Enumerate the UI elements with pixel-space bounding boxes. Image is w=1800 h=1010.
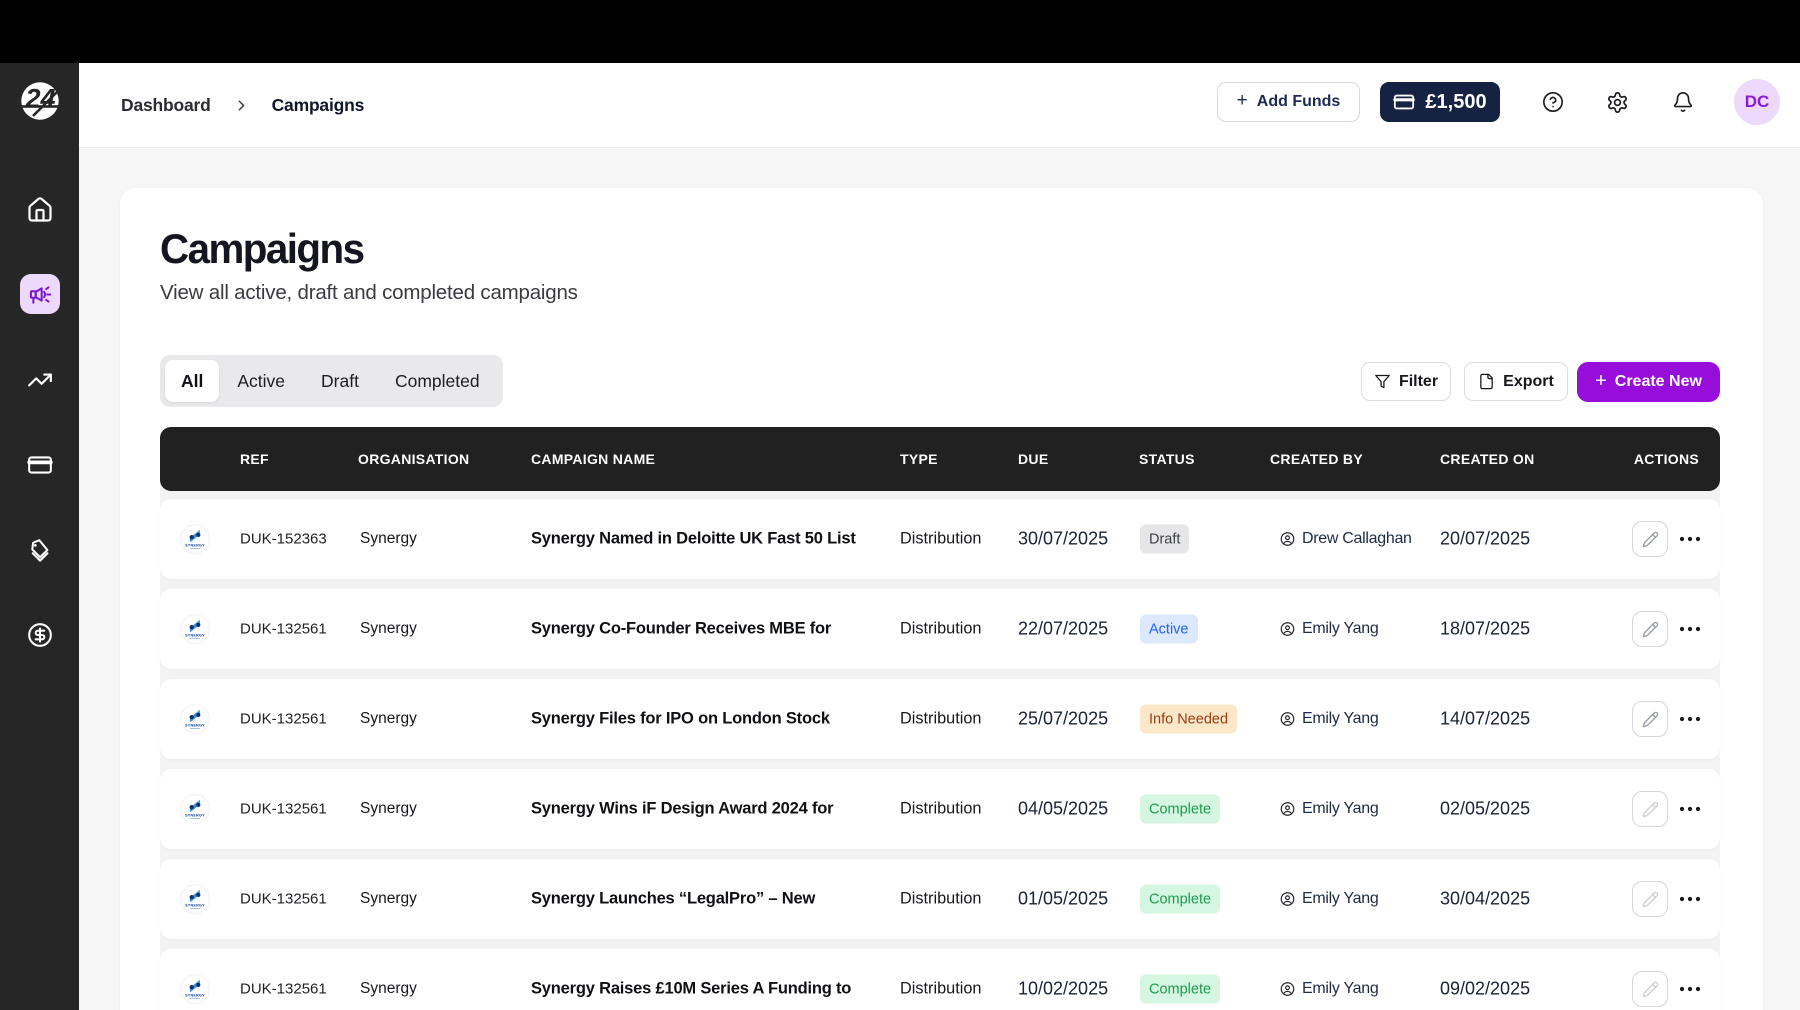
svg-text:SYNERGY: SYNERGY bbox=[185, 724, 205, 728]
svg-text:SYNERGY: SYNERGY bbox=[185, 814, 205, 818]
svg-text:SYNERGY: SYNERGY bbox=[185, 904, 205, 908]
svg-text:SYNERGY: SYNERGY bbox=[185, 544, 205, 548]
svg-text:SYNERGY: SYNERGY bbox=[185, 634, 205, 638]
svg-text:SYNERGY: SYNERGY bbox=[185, 994, 205, 998]
